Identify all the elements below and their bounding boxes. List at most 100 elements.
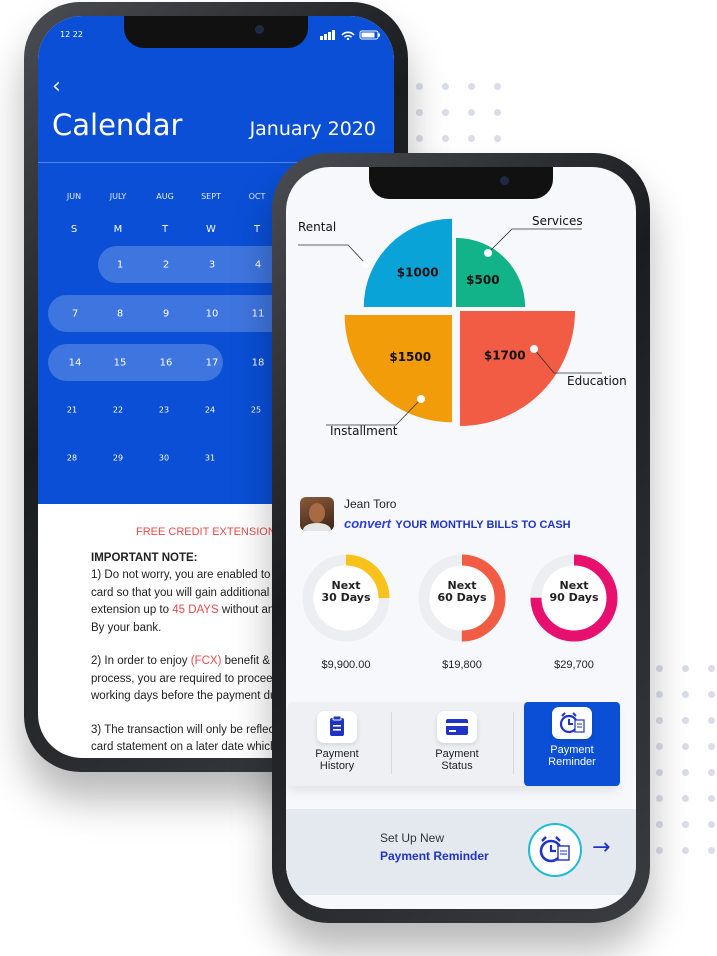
dot bbox=[682, 665, 689, 672]
calendar-day[interactable]: 10 bbox=[206, 309, 219, 320]
dot bbox=[442, 135, 449, 142]
calendar-day[interactable]: 16 bbox=[160, 358, 173, 369]
calendar-day[interactable]: 30 bbox=[159, 454, 169, 463]
due-amount: $19,800 bbox=[442, 659, 482, 671]
arrow-right-icon[interactable]: → bbox=[592, 835, 610, 860]
dot bbox=[708, 743, 715, 750]
bills-phone: $1000 $500 $1700 $1500 Rental Services Educati… bbox=[272, 153, 650, 923]
dot bbox=[468, 109, 475, 116]
dot bbox=[656, 821, 663, 828]
note-text: card statement on a later date which is bbox=[91, 741, 288, 753]
note-text: 2) In order to enjoy bbox=[91, 655, 191, 667]
dot bbox=[656, 743, 663, 750]
month-sept[interactable]: SEPT bbox=[201, 192, 221, 201]
calendar-day[interactable]: 31 bbox=[205, 454, 215, 463]
note-text: working days before the payment due d bbox=[91, 690, 293, 702]
dot bbox=[708, 795, 715, 802]
tab-label: Payment bbox=[435, 748, 479, 760]
dot bbox=[494, 135, 501, 142]
calendar-day[interactable]: 1 bbox=[117, 260, 123, 271]
calendar-day[interactable]: 18 bbox=[252, 358, 265, 369]
calendar-day[interactable]: 4 bbox=[255, 260, 261, 271]
dot bbox=[682, 717, 689, 724]
calendar-day[interactable]: 8 bbox=[117, 309, 123, 320]
calendar-day[interactable]: 17 bbox=[206, 358, 219, 369]
setup-reminder-bar[interactable]: Set Up New Payment Reminder → bbox=[286, 809, 636, 895]
calendar-day[interactable]: 25 bbox=[251, 406, 261, 415]
back-chevron-icon[interactable]: ‹ bbox=[52, 74, 61, 99]
due-donut[interactable]: Next 60 Days bbox=[416, 552, 508, 644]
calendar-day[interactable]: 22 bbox=[113, 406, 123, 415]
dot bbox=[708, 717, 715, 724]
highlight-fcx: (FCX) bbox=[190, 655, 222, 667]
clipboard-icon bbox=[317, 711, 357, 743]
due-donut[interactable]: Next 90 Days bbox=[528, 552, 620, 644]
pie-slice-rental[interactable] bbox=[363, 218, 452, 307]
brand-logo: convert bbox=[344, 516, 391, 531]
dot bbox=[416, 109, 423, 116]
note-text: 3) The transaction will only be reflecte… bbox=[91, 723, 291, 736]
due-amount: $29,700 bbox=[554, 659, 594, 671]
tab-label: Payment bbox=[550, 744, 594, 756]
camera-icon bbox=[500, 176, 509, 185]
dot bbox=[416, 83, 423, 90]
leader-dot bbox=[484, 249, 492, 257]
tab-payment-status[interactable]: Payment Status bbox=[406, 702, 508, 786]
dot bbox=[708, 769, 715, 776]
month-jun[interactable]: JUN bbox=[67, 192, 81, 201]
pie-slice-installment[interactable] bbox=[344, 315, 452, 423]
due-amount: $9,900.00 bbox=[321, 659, 371, 671]
dot bbox=[682, 743, 689, 750]
dot bbox=[656, 769, 663, 776]
calendar-day[interactable]: 14 bbox=[69, 358, 82, 369]
month-aug[interactable]: AUG bbox=[156, 192, 174, 201]
calendar-day[interactable]: 28 bbox=[67, 454, 77, 463]
dot bbox=[682, 769, 689, 776]
setup-line1: Set Up New bbox=[380, 831, 445, 845]
calendar-day[interactable]: 21 bbox=[67, 406, 77, 415]
calendar-day[interactable]: 24 bbox=[205, 406, 215, 415]
calendar-day[interactable]: 9 bbox=[163, 309, 169, 320]
tab-label: History bbox=[319, 760, 355, 772]
note-text: process, you are required to proceed the bbox=[91, 672, 299, 685]
calendar-day[interactable]: 11 bbox=[252, 309, 265, 320]
calendar-day[interactable]: 23 bbox=[159, 406, 169, 415]
month-oct[interactable]: OCT bbox=[249, 192, 266, 201]
calendar-day[interactable]: 7 bbox=[72, 309, 78, 320]
month-july[interactable]: JULY bbox=[110, 192, 127, 201]
avatar[interactable] bbox=[300, 497, 334, 531]
tab-payment-history[interactable]: Payment History bbox=[288, 702, 386, 786]
pie-category-label: Education bbox=[567, 374, 627, 388]
calendar-day[interactable]: 2 bbox=[163, 260, 169, 271]
calendar-day[interactable]: 3 bbox=[209, 260, 215, 271]
dot bbox=[708, 665, 715, 672]
dot bbox=[442, 109, 449, 116]
dot bbox=[682, 795, 689, 802]
calendar-day[interactable]: 29 bbox=[113, 454, 123, 463]
note-text: extension up to bbox=[91, 604, 173, 616]
tab-payment-reminder[interactable]: Payment Reminder bbox=[524, 702, 620, 786]
donut-label: Next 30 Days bbox=[321, 579, 371, 604]
setup-line2: Payment Reminder bbox=[380, 849, 489, 863]
card-icon bbox=[437, 711, 477, 743]
brand-line: convert YOUR MONTHLY BILLS TO CASH bbox=[344, 515, 571, 533]
calendar-day[interactable]: 15 bbox=[114, 358, 127, 369]
phone-notch bbox=[369, 167, 553, 199]
donut-label: Next 90 Days bbox=[549, 579, 599, 604]
month-label[interactable]: January 2020 bbox=[250, 118, 376, 140]
leader-line bbox=[487, 228, 582, 254]
leader-dot bbox=[530, 345, 538, 353]
alarm-document-icon[interactable] bbox=[528, 823, 582, 877]
weekday-label: M bbox=[113, 224, 123, 235]
dot bbox=[442, 83, 449, 90]
pie-category-label: Installment bbox=[330, 424, 398, 438]
dot bbox=[708, 691, 715, 698]
pie-slice-education[interactable] bbox=[460, 311, 575, 426]
note-text: By your bank. bbox=[91, 621, 162, 634]
phone-notch bbox=[124, 16, 308, 48]
camera-icon bbox=[255, 25, 264, 34]
note-text: 1) Do not worry, you are enabled to pay bbox=[91, 569, 293, 581]
dot bbox=[708, 821, 715, 828]
dot bbox=[656, 665, 663, 672]
due-donut[interactable]: Next 30 Days bbox=[300, 552, 392, 644]
